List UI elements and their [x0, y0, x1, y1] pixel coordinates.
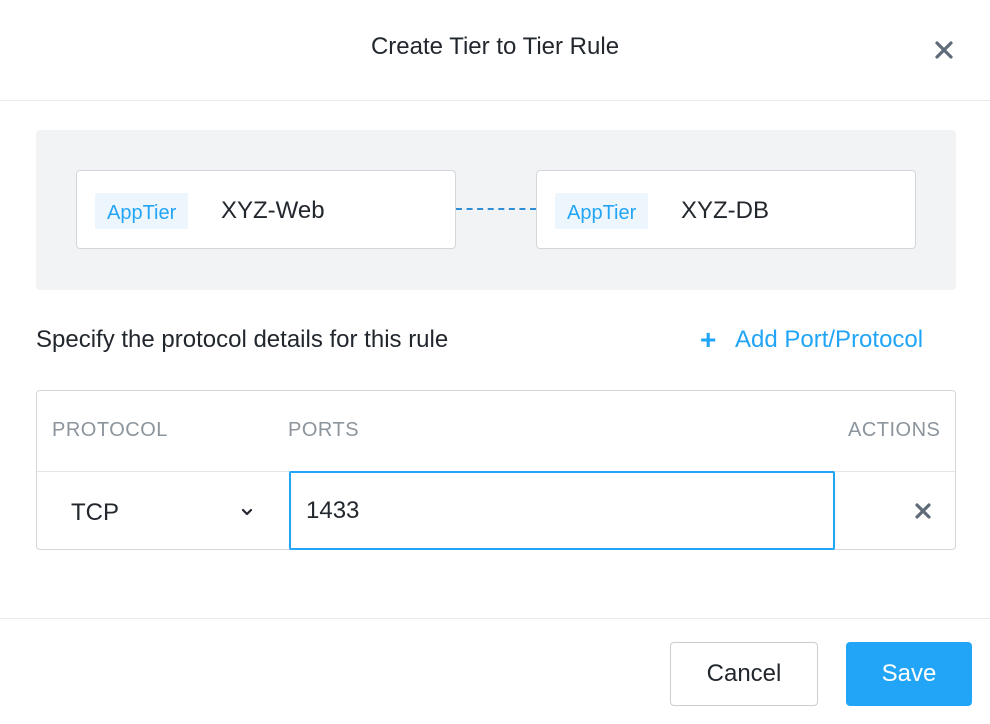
cancel-button[interactable]: Cancel	[670, 642, 818, 706]
plus-icon: +	[700, 324, 717, 355]
chevron-down-icon	[241, 508, 253, 516]
ports-column-header: PORTS	[288, 419, 360, 441]
protocol-column-header: PROTOCOL	[52, 419, 168, 441]
ports-input[interactable]	[289, 471, 835, 550]
dialog-title: Create Tier to Tier Rule	[370, 33, 620, 60]
source-tier-tag: AppTier	[95, 193, 189, 229]
destination-tier-box: AppTier XYZ-DB	[536, 170, 916, 249]
remove-row-button[interactable]	[909, 497, 937, 525]
dialog-header: Create Tier to Tier Rule	[0, 0, 990, 101]
destination-tier-tag: AppTier	[555, 193, 649, 229]
protocol-select[interactable]: TCP	[37, 472, 289, 550]
protocol-select-value: TCP	[71, 499, 119, 526]
protocol-prompt: Specify the protocol details for this ru…	[36, 326, 449, 353]
footer-divider	[0, 618, 990, 619]
tier-panel: AppTier XYZ-Web AppTier XYZ-DB	[36, 130, 956, 290]
close-button[interactable]	[928, 34, 960, 66]
close-icon	[935, 41, 953, 59]
protocol-table: PROTOCOL PORTS ACTIONS TCP	[36, 390, 956, 550]
tier-connector-line	[456, 208, 536, 210]
actions-column-header: ACTIONS	[848, 419, 941, 441]
source-tier-name: XYZ-Web	[221, 197, 325, 224]
remove-row-icon	[915, 503, 931, 519]
add-port-protocol-link[interactable]: + Add Port/Protocol	[700, 326, 923, 354]
destination-tier-name: XYZ-DB	[681, 197, 770, 224]
save-button[interactable]: Save	[846, 642, 972, 706]
add-port-protocol-label: Add Port/Protocol	[735, 326, 924, 353]
create-rule-dialog: Create Tier to Tier Rule AppTier XYZ-Web…	[0, 0, 990, 724]
source-tier-box: AppTier XYZ-Web	[76, 170, 456, 249]
